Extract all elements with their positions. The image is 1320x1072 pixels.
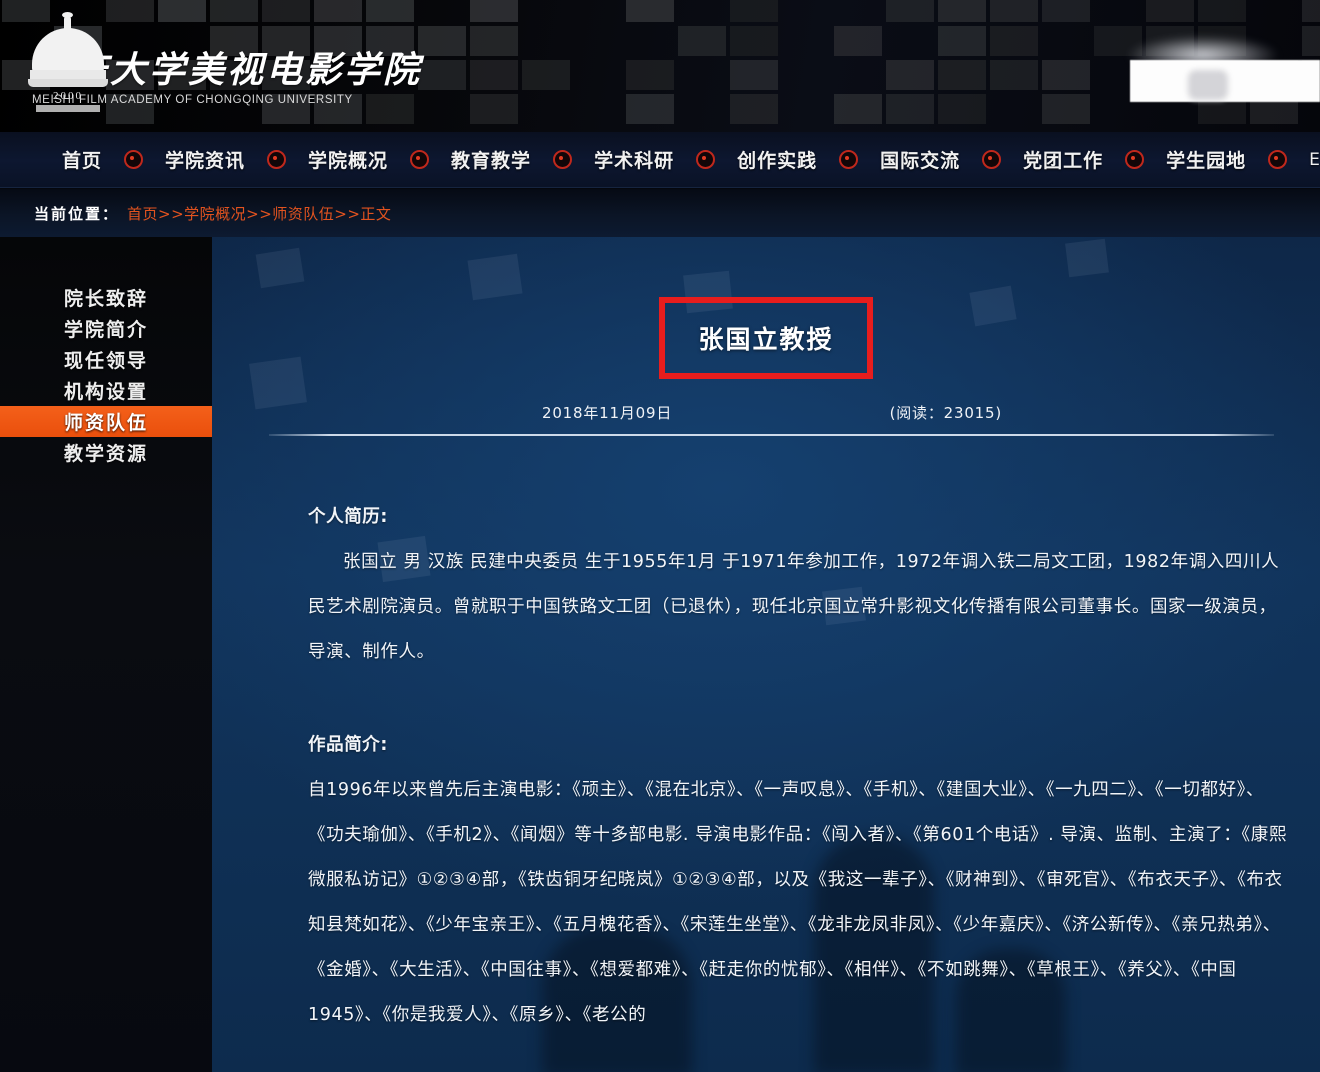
nav-item-6[interactable]: 创作实践: [737, 146, 817, 173]
article-title-highlight-box: 张国立教授: [659, 297, 873, 379]
mosaic-tile: [938, 0, 986, 22]
mosaic-tile: [1302, 0, 1320, 22]
nav-separator-dot-icon: [982, 150, 1002, 169]
mosaic-tile: [1042, 0, 1090, 22]
breadcrumb: 当前位置： 首页>>学院概况>>师资队伍>>正文: [0, 189, 1320, 237]
mosaic-tile: [730, 94, 778, 124]
breadcrumb-path[interactable]: 首页>>学院概况>>师资队伍>>正文: [127, 203, 391, 224]
mosaic-tile: [730, 26, 778, 56]
mosaic-tile: [1302, 26, 1320, 56]
sidebar-item-label: 现任领导: [63, 350, 148, 372]
mosaic-tile: [834, 94, 882, 124]
nav-item-7[interactable]: 国际交流: [880, 146, 960, 173]
mosaic-tile: [886, 94, 934, 124]
mosaic-tile: [626, 60, 674, 90]
mosaic-tile: [626, 0, 674, 22]
view-count: (阅读：23015): [889, 404, 1002, 422]
publish-date: 2018年11月09日: [542, 404, 673, 422]
nav-separator-dot-icon: [267, 150, 287, 169]
redacted-area: [1130, 60, 1320, 102]
nav-item-4[interactable]: 教育教学: [451, 146, 531, 173]
mosaic-tile: [470, 26, 518, 56]
nav-item-2[interactable]: 学院资讯: [165, 146, 245, 173]
nav-item-5[interactable]: 学术科研: [594, 146, 674, 173]
mosaic-tile: [1146, 0, 1194, 22]
nav-separator-dot-icon: [1268, 150, 1288, 169]
article-meta: 2018年11月09日 (阅读：23015): [542, 402, 1002, 423]
nav-separator-dot-icon: [1125, 150, 1145, 169]
mosaic-tile: [886, 60, 934, 90]
article-content: 张国立教授 2018年11月09日 (阅读：23015) 个人简历: 张国立 男…: [212, 237, 1320, 1072]
nav-separator-dot-icon: [553, 150, 573, 169]
mosaic-tile: [730, 60, 778, 90]
mosaic-tile: [990, 60, 1038, 90]
site-header: 2000 重庆大学美视电影学院 MEISHI FILM ACADEMY OF C…: [0, 0, 1320, 132]
sidebar-item-2[interactable]: 学院简介: [0, 313, 212, 344]
mosaic-tile: [418, 26, 466, 56]
mosaic-tile: [1198, 0, 1246, 22]
nav-separator-dot-icon: [696, 150, 716, 169]
logo-year: 2000: [53, 90, 83, 102]
sidebar-item-3[interactable]: 现任领导: [0, 344, 212, 375]
mosaic-tile: [418, 60, 466, 90]
mosaic-tile: [522, 60, 570, 90]
mosaic-tile: [730, 0, 778, 22]
profile-heading: 个人简历:: [308, 507, 388, 527]
page-root: 2000 重庆大学美视电影学院 MEISHI FILM ACADEMY OF C…: [0, 0, 1320, 1072]
mosaic-tile: [886, 0, 934, 22]
mosaic-tile: [990, 0, 1038, 22]
nav-item-1[interactable]: 首页: [62, 146, 102, 173]
site-logo[interactable]: 2000 重庆大学美视电影学院 MEISHI FILM ACADEMY OF C…: [22, 6, 422, 116]
mosaic-tile: [1042, 94, 1090, 124]
nav-item-9[interactable]: 学生园地: [1166, 146, 1246, 173]
sidebar-item-label: 院长致辞: [63, 288, 148, 310]
nav-item-8[interactable]: 党团工作: [1023, 146, 1103, 173]
mosaic-tile: [470, 94, 518, 124]
nav-separator-dot-icon: [839, 150, 859, 169]
nav-separator-dot-icon: [410, 150, 430, 169]
works-heading: 作品简介:: [308, 735, 388, 755]
mosaic-tile: [990, 26, 1038, 56]
mosaic-tile: [470, 60, 518, 90]
mosaic-tile: [1042, 60, 1090, 90]
main-navigation[interactable]: 首页 学院资讯 学院概况 教育教学 学术科研 创作实践 国际交流 党团工作 学生园地 Englis…: [0, 132, 1320, 188]
sidebar-item-label: 机构设置: [63, 381, 148, 403]
breadcrumb-label: 当前位置：: [34, 204, 120, 223]
works-paragraph: 自1996年以来曾先后主演电影：《顽主》、《混在北京》、《一声叹息》、《手机》、…: [308, 780, 1287, 1025]
mosaic-tile: [470, 0, 518, 22]
sidebar-item-label: 学院简介: [63, 319, 148, 341]
article-divider: [269, 434, 1274, 436]
mosaic-tile: [626, 94, 674, 124]
sidebar-item-label: 教学资源: [63, 443, 148, 465]
mosaic-tile: [678, 26, 726, 56]
sidebar-item-label: 师资队伍: [63, 412, 148, 434]
sidebar-item-1[interactable]: 院长致辞: [0, 282, 212, 313]
mosaic-tile: [938, 94, 986, 124]
nav-separator-dot-icon: [124, 150, 144, 169]
mosaic-tile: [938, 26, 986, 56]
sidebar-menu[interactable]: 院长致辞学院简介现任领导机构设置师资队伍教学资源: [0, 237, 212, 1072]
page-title: 张国立教授: [698, 325, 834, 354]
profile-paragraph: 张国立 男 汉族 民建中央委员 生于1955年1月 于1971年参加工作，197…: [308, 552, 1280, 662]
mosaic-tile: [834, 26, 882, 56]
nav-item-10[interactable]: English: [1309, 150, 1320, 170]
sidebar-item-5[interactable]: 师资队伍: [0, 406, 212, 437]
sidebar-item-4[interactable]: 机构设置: [0, 375, 212, 406]
mosaic-tile: [938, 60, 986, 90]
article-body: 个人简历: 张国立 男 汉族 民建中央委员 生于1955年1月 于1971年参加…: [308, 495, 1288, 1038]
sidebar-item-6[interactable]: 教学资源: [0, 437, 212, 468]
nav-item-3[interactable]: 学院概况: [308, 146, 388, 173]
